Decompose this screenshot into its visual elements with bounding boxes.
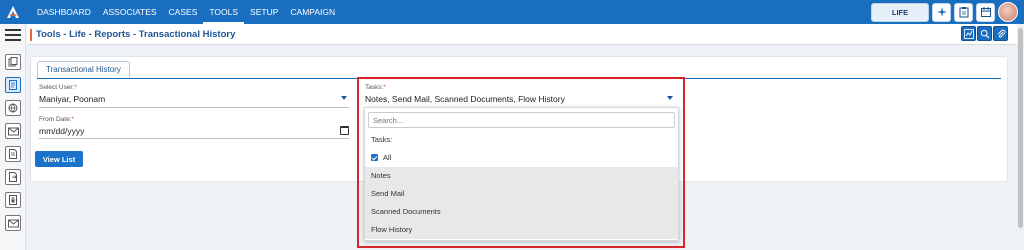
page-scrollbar[interactable] (1017, 24, 1024, 250)
title-accent-bar (30, 29, 32, 41)
app-logo-icon[interactable] (0, 0, 26, 24)
select-user-underline (39, 107, 349, 108)
tab-transactional-history[interactable]: Transactional History (37, 61, 130, 78)
chevron-down-icon[interactable] (341, 96, 347, 100)
reports-icon[interactable] (5, 77, 21, 93)
nav-item-campaign[interactable]: CAMPAIGN (284, 0, 341, 24)
page-title: Tools - Life - Reports - Transactional H… (36, 29, 236, 40)
nav-item-cases[interactable]: CASES (163, 0, 204, 24)
user-avatar[interactable] (998, 2, 1018, 22)
nav-item-dashboard[interactable]: DASHBOARD (31, 0, 97, 24)
notes-icon[interactable] (5, 146, 21, 162)
product-switch-button[interactable]: LIFE (871, 2, 929, 22)
select-user-label: Select User:* (39, 84, 77, 91)
option-all-label: All (383, 153, 392, 162)
main-nav: DASHBOARD ASSOCIATES CASES TOOLS SETUP C… (31, 0, 341, 24)
top-navbar: DASHBOARD ASSOCIATES CASES TOOLS SETUP C… (0, 0, 1024, 24)
secure-document-icon[interactable] (5, 192, 21, 208)
dropdown-option-all[interactable]: All (365, 149, 678, 166)
from-date-input[interactable]: mm/dd/yyyy (39, 126, 84, 136)
nav-item-tools[interactable]: TOOLS (203, 0, 244, 24)
nav-item-setup[interactable]: SETUP (244, 0, 284, 24)
calendar-icon[interactable] (976, 2, 995, 22)
chart-report-icon[interactable] (961, 26, 976, 41)
mail-icon[interactable] (5, 123, 21, 139)
from-date-underline (39, 138, 349, 139)
dropdown-search-input[interactable] (368, 112, 675, 128)
hamburger-menu-icon[interactable] (5, 29, 21, 41)
from-date-label: From Date:* (39, 116, 75, 123)
left-sidebar (0, 24, 26, 250)
page-header: Tools - Life - Reports - Transactional H… (27, 24, 1017, 45)
scrollbar-thumb[interactable] (1018, 28, 1023, 228)
export-document-icon[interactable] (5, 169, 21, 185)
dropdown-option-scanned-documents[interactable]: Scanned Documents (365, 203, 678, 221)
clipboard-icon[interactable] (954, 2, 973, 22)
header-actions (961, 26, 1008, 41)
globe-icon[interactable] (5, 100, 21, 116)
search-report-icon[interactable] (977, 26, 992, 41)
select-user-value[interactable]: Maniyar, Poonam (39, 94, 105, 104)
checkbox-checked-icon[interactable] (371, 154, 378, 161)
send-mail-icon[interactable] (5, 215, 21, 231)
attachment-icon[interactable] (993, 26, 1008, 41)
dropdown-option-send-mail[interactable]: Send Mail (365, 185, 678, 203)
dropdown-group-label: Tasks: (371, 135, 393, 144)
dropdown-option-flow-history[interactable]: Flow History (365, 221, 678, 239)
view-list-button[interactable]: View List (35, 151, 83, 167)
top-right-toolbar: LIFE (871, 2, 1018, 22)
dropdown-option-notes[interactable]: Notes (365, 167, 678, 185)
calendar-picker-icon[interactable] (340, 126, 349, 135)
nav-item-associates[interactable]: ASSOCIATES (97, 0, 163, 24)
ai-sparkle-icon[interactable] (932, 2, 951, 22)
documents-icon[interactable] (5, 54, 21, 70)
tasks-dropdown: Tasks: All Notes Send Mail Scanned Docum… (364, 107, 679, 241)
